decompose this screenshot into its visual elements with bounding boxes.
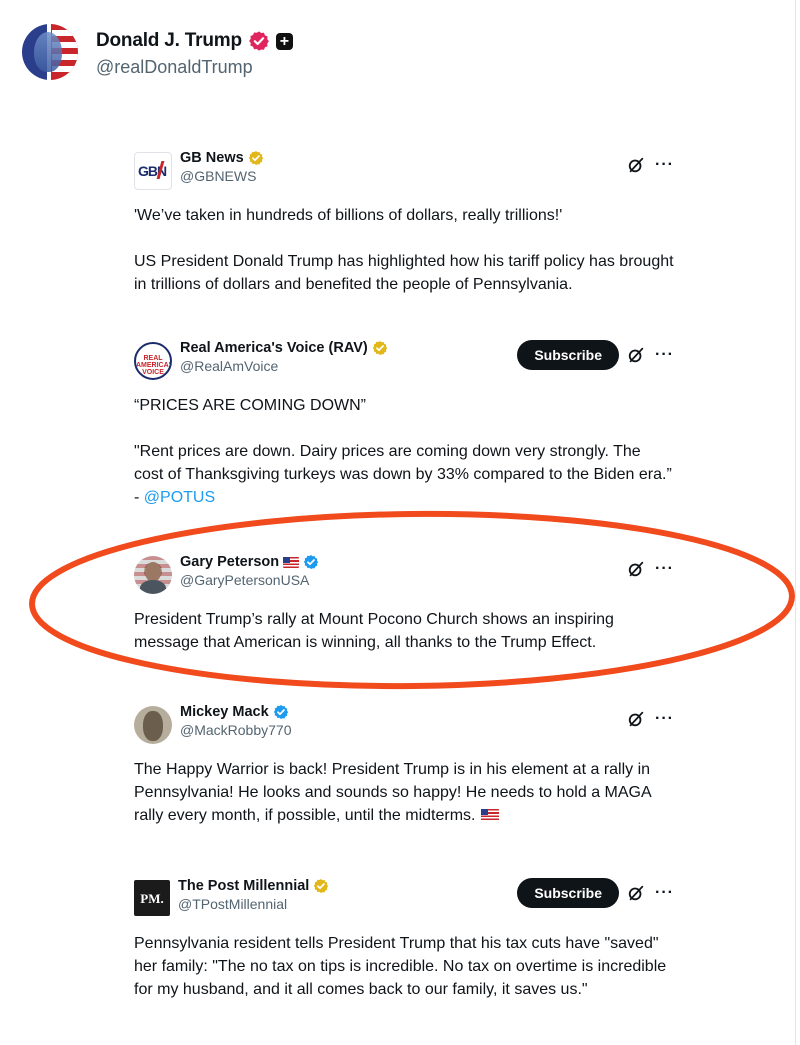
verified-badge-icon	[372, 341, 387, 355]
avatar[interactable]: REAL AMERICA'S VOICE	[134, 342, 172, 380]
post-author-name[interactable]: Real America's Voice (RAV)	[180, 340, 368, 356]
grok-icon[interactable]	[627, 346, 645, 364]
avatar-logo-text: REAL AMERICA'S VOICE	[136, 355, 172, 376]
more-options-icon[interactable]: ···	[655, 711, 674, 727]
post-text: 'We’ve taken in hundreds of billions of …	[134, 207, 563, 224]
more-options-icon[interactable]: ···	[655, 885, 674, 901]
quoted-post[interactable]: REAL AMERICA'S VOICE Real America's Voic…	[134, 340, 674, 509]
post-author-handle[interactable]: @MackRobby770	[180, 722, 292, 738]
subscribe-button[interactable]: Subscribe	[517, 878, 620, 908]
mention-link[interactable]: @POTUS	[144, 489, 215, 506]
more-options-icon[interactable]: ···	[655, 157, 674, 173]
post-text: US President Donald Trump has highlighte…	[134, 253, 674, 293]
profile-handle[interactable]: @realDonaldTrump	[96, 57, 293, 78]
post-text: President Trump’s rally at Mount Pocono …	[134, 611, 614, 651]
grok-icon[interactable]	[627, 884, 645, 902]
profile-name[interactable]: Donald J. Trump	[96, 30, 242, 52]
plus-icon: +	[275, 32, 293, 50]
verified-badge-icon	[248, 151, 263, 165]
avatar[interactable]: GBN	[134, 152, 172, 190]
post-text: Pennsylvania resident tells President Tr…	[134, 935, 667, 998]
post-author-handle[interactable]: @GBNEWS	[180, 168, 264, 184]
post-text: “PRICES ARE COMING DOWN”	[134, 397, 367, 414]
grok-icon[interactable]	[627, 710, 645, 728]
grok-icon[interactable]	[627, 156, 645, 174]
post-author-handle[interactable]: @TPostMillennial	[178, 896, 329, 912]
avatar[interactable]	[134, 556, 172, 594]
post-author-name[interactable]: The Post Millennial	[178, 878, 309, 894]
quoted-post[interactable]: Gary Peterson @GaryPetersonUSA ··· Presi…	[134, 554, 674, 654]
us-flag-icon	[283, 556, 300, 568]
more-options-icon[interactable]: ···	[655, 561, 674, 577]
us-flag-icon	[481, 809, 500, 821]
subscribe-button[interactable]: Subscribe	[517, 340, 620, 370]
post-author-handle[interactable]: @GaryPetersonUSA	[180, 572, 319, 588]
post-author-name[interactable]: Mickey Mack	[180, 704, 269, 720]
post-text-body: The Happy Warrior is back! President Tru…	[134, 761, 651, 824]
post-text: "Rent prices are down. Dairy prices are …	[134, 440, 674, 509]
post-author-name[interactable]: GB News	[180, 150, 244, 166]
verified-badge-icon	[273, 705, 288, 719]
grok-icon[interactable]	[627, 560, 645, 578]
verified-badge-icon	[303, 555, 319, 569]
more-options-icon[interactable]: ···	[655, 347, 674, 363]
avatar[interactable]	[22, 24, 78, 80]
post-author-handle[interactable]: @RealAmVoice	[180, 358, 388, 374]
profile-header: Donald J. Trump + @realDonaldTrump	[22, 24, 293, 84]
right-border	[795, 0, 796, 1045]
post-author-name[interactable]: Gary Peterson	[180, 554, 279, 570]
quoted-post[interactable]: GBN GB News @GBNEWS ··· 'We’ve taken in …	[134, 150, 674, 296]
verified-badge-icon	[314, 879, 329, 893]
avatar[interactable]: PM.	[134, 880, 170, 916]
quoted-post[interactable]: PM. The Post Millennial @TPostMillennial…	[134, 878, 674, 1001]
avatar[interactable]	[134, 706, 172, 744]
avatar-logo-text: PM.	[140, 891, 164, 906]
verified-badge-icon	[248, 31, 269, 51]
post-text: The Happy Warrior is back! President Tru…	[134, 758, 674, 827]
quoted-post[interactable]: Mickey Mack @MackRobby770 ··· The Happy …	[134, 704, 674, 827]
